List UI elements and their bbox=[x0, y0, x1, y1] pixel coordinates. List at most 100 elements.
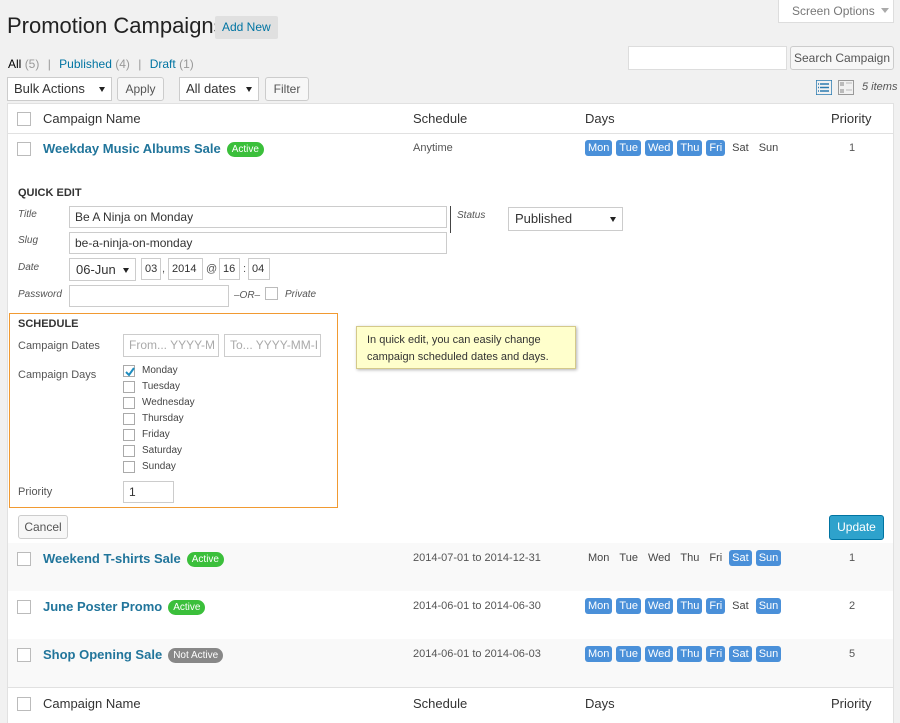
day-checkbox-sunday[interactable] bbox=[123, 461, 135, 473]
day-pill-sat: Sat bbox=[732, 600, 749, 612]
items-count: 5 items bbox=[862, 81, 898, 93]
filter-published[interactable]: Published bbox=[59, 57, 112, 71]
row-checkbox[interactable] bbox=[17, 600, 31, 614]
date-to-input[interactable]: To... YYYY-MM-I bbox=[224, 334, 321, 357]
slug-input[interactable]: be-a-ninja-on-monday bbox=[69, 232, 447, 254]
screen-options-button[interactable]: Screen Options bbox=[778, 0, 894, 23]
filter-draft[interactable]: Draft bbox=[150, 57, 176, 71]
date-from-placeholder: From... YYYY-M bbox=[129, 338, 216, 352]
date-from-input[interactable]: From... YYYY-M bbox=[123, 334, 219, 357]
day-pill-sat: Sat bbox=[729, 646, 752, 662]
status-label: Status bbox=[457, 210, 486, 221]
hour-input[interactable]: 16 bbox=[219, 258, 240, 280]
table-row: June Poster Promo Active 2014-06-01 to 20… bbox=[8, 591, 893, 639]
excerpt-view-icon[interactable] bbox=[838, 80, 854, 95]
campaign-name-link[interactable]: June Poster Promo bbox=[43, 599, 162, 614]
bulk-actions-select[interactable]: Bulk Actions bbox=[7, 77, 112, 101]
title-label: Title bbox=[18, 209, 37, 220]
private-checkbox[interactable] bbox=[265, 287, 278, 300]
date-label: Date bbox=[18, 262, 40, 273]
minute-input[interactable]: 04 bbox=[248, 258, 270, 280]
search-input[interactable] bbox=[628, 46, 787, 70]
day-checkbox-friday[interactable] bbox=[123, 429, 135, 441]
schedule-heading: SCHEDULE bbox=[18, 318, 79, 330]
day-checkbox-monday[interactable] bbox=[123, 365, 135, 377]
day-pill-wed: Wed bbox=[644, 646, 674, 662]
day-pill-mon: Mon bbox=[585, 646, 613, 662]
day-input[interactable]: 03 bbox=[141, 258, 161, 280]
day-checkbox-label: Wednesday bbox=[142, 397, 195, 408]
day-checkbox-thursday[interactable] bbox=[123, 413, 135, 425]
campaign-dates-label: Campaign Dates bbox=[18, 340, 100, 352]
priority-cell: 5 bbox=[848, 648, 856, 660]
slug-label: Slug bbox=[18, 235, 39, 246]
year-input[interactable]: 2014 bbox=[168, 258, 203, 280]
campaign-name-link[interactable]: Weekday Music Albums Sale bbox=[43, 141, 221, 156]
days-cell: Mon Tue Wed Thu Fri Sat Sun bbox=[585, 140, 785, 156]
status-badge: Active bbox=[226, 142, 264, 157]
day-pill-tue: Tue bbox=[619, 552, 638, 564]
day-pill-fri: Fri bbox=[706, 140, 726, 156]
date-to-placeholder: To... YYYY-MM-I bbox=[230, 338, 319, 352]
private-label: Private bbox=[285, 289, 317, 300]
password-label: Password bbox=[18, 289, 62, 300]
status-badge: Not Active bbox=[168, 648, 224, 663]
day-pill-sun: Sun bbox=[758, 142, 779, 154]
day-checkbox-saturday[interactable] bbox=[123, 445, 135, 457]
search-campaign-button[interactable]: Search Campaign bbox=[790, 46, 894, 70]
day-pill-fri: Fri bbox=[706, 646, 726, 662]
column-campaign-name[interactable]: Campaign Name bbox=[43, 111, 141, 126]
column-campaign-name[interactable]: Campaign Name bbox=[43, 696, 141, 711]
status-badge: Active bbox=[168, 600, 206, 615]
password-input[interactable] bbox=[69, 285, 229, 307]
cancel-button[interactable]: Cancel bbox=[18, 515, 68, 539]
caret-down-icon bbox=[610, 217, 616, 222]
status-badge: Active bbox=[186, 552, 224, 567]
status-filters: All (5) | Published (4) | Draft (1) bbox=[8, 57, 194, 71]
quick-edit-heading: QUICK EDIT bbox=[18, 187, 82, 199]
campaign-name-link[interactable]: Shop Opening Sale bbox=[43, 647, 162, 662]
filter-all[interactable]: All bbox=[8, 57, 21, 71]
caret-down-icon bbox=[123, 268, 129, 273]
days-cell: Mon Tue Wed Thu Fri Sat Sun bbox=[585, 550, 785, 566]
priority-cell: 1 bbox=[848, 552, 856, 564]
select-all-checkbox[interactable] bbox=[17, 697, 31, 711]
row-checkbox[interactable] bbox=[17, 648, 31, 662]
day-pill-sun: Sun bbox=[755, 646, 782, 662]
priority-input[interactable]: 1 bbox=[123, 481, 174, 503]
tooltip-line: campaign scheduled dates and days. bbox=[367, 351, 549, 363]
month-value: 06-Jun bbox=[76, 262, 116, 277]
status-select[interactable]: Published bbox=[508, 207, 623, 231]
select-all-checkbox[interactable] bbox=[17, 112, 31, 126]
day-pill-thu: Thu bbox=[677, 646, 703, 662]
schedule-cell: 2014-06-01 to 2014-06-30 bbox=[413, 600, 541, 612]
row-checkbox[interactable] bbox=[17, 142, 31, 156]
day-pill-mon: Mon bbox=[585, 598, 613, 614]
screen-options-label: Screen Options bbox=[792, 4, 875, 18]
day-pill-tue: Tue bbox=[616, 598, 641, 614]
campaign-days-label: Campaign Days bbox=[18, 369, 97, 381]
or-label: –OR– bbox=[234, 290, 261, 301]
list-view-icon[interactable] bbox=[815, 79, 833, 96]
bulk-actions-value: Bulk Actions bbox=[14, 81, 85, 96]
date-colon: : bbox=[243, 263, 247, 275]
row-checkbox[interactable] bbox=[17, 552, 31, 566]
dates-select[interactable]: All dates bbox=[179, 77, 259, 101]
update-button[interactable]: Update bbox=[829, 515, 884, 540]
table-header-row: Campaign Name Schedule Days Priority bbox=[8, 104, 893, 134]
table-row: Weekday Music Albums Sale Active Anytime … bbox=[8, 135, 893, 183]
column-priority[interactable]: Priority bbox=[831, 696, 871, 711]
status-value: Published bbox=[515, 211, 573, 226]
day-checkbox-tuesday[interactable] bbox=[123, 381, 135, 393]
day-pill-fri: Fri bbox=[709, 552, 723, 564]
month-select[interactable]: 06-Jun bbox=[69, 258, 136, 281]
title-input[interactable]: Be A Ninja on Monday bbox=[69, 206, 447, 228]
days-cell: Mon Tue Wed Thu Fri Sat Sun bbox=[585, 646, 785, 662]
add-new-button[interactable]: Add New bbox=[215, 16, 278, 39]
campaign-name-link[interactable]: Weekend T-shirts Sale bbox=[43, 551, 181, 566]
filter-button[interactable]: Filter bbox=[265, 77, 309, 101]
day-pill-sun: Sun bbox=[755, 550, 782, 566]
day-checkbox-wednesday[interactable] bbox=[123, 397, 135, 409]
apply-button[interactable]: Apply bbox=[117, 77, 164, 101]
column-priority[interactable]: Priority bbox=[831, 111, 871, 126]
